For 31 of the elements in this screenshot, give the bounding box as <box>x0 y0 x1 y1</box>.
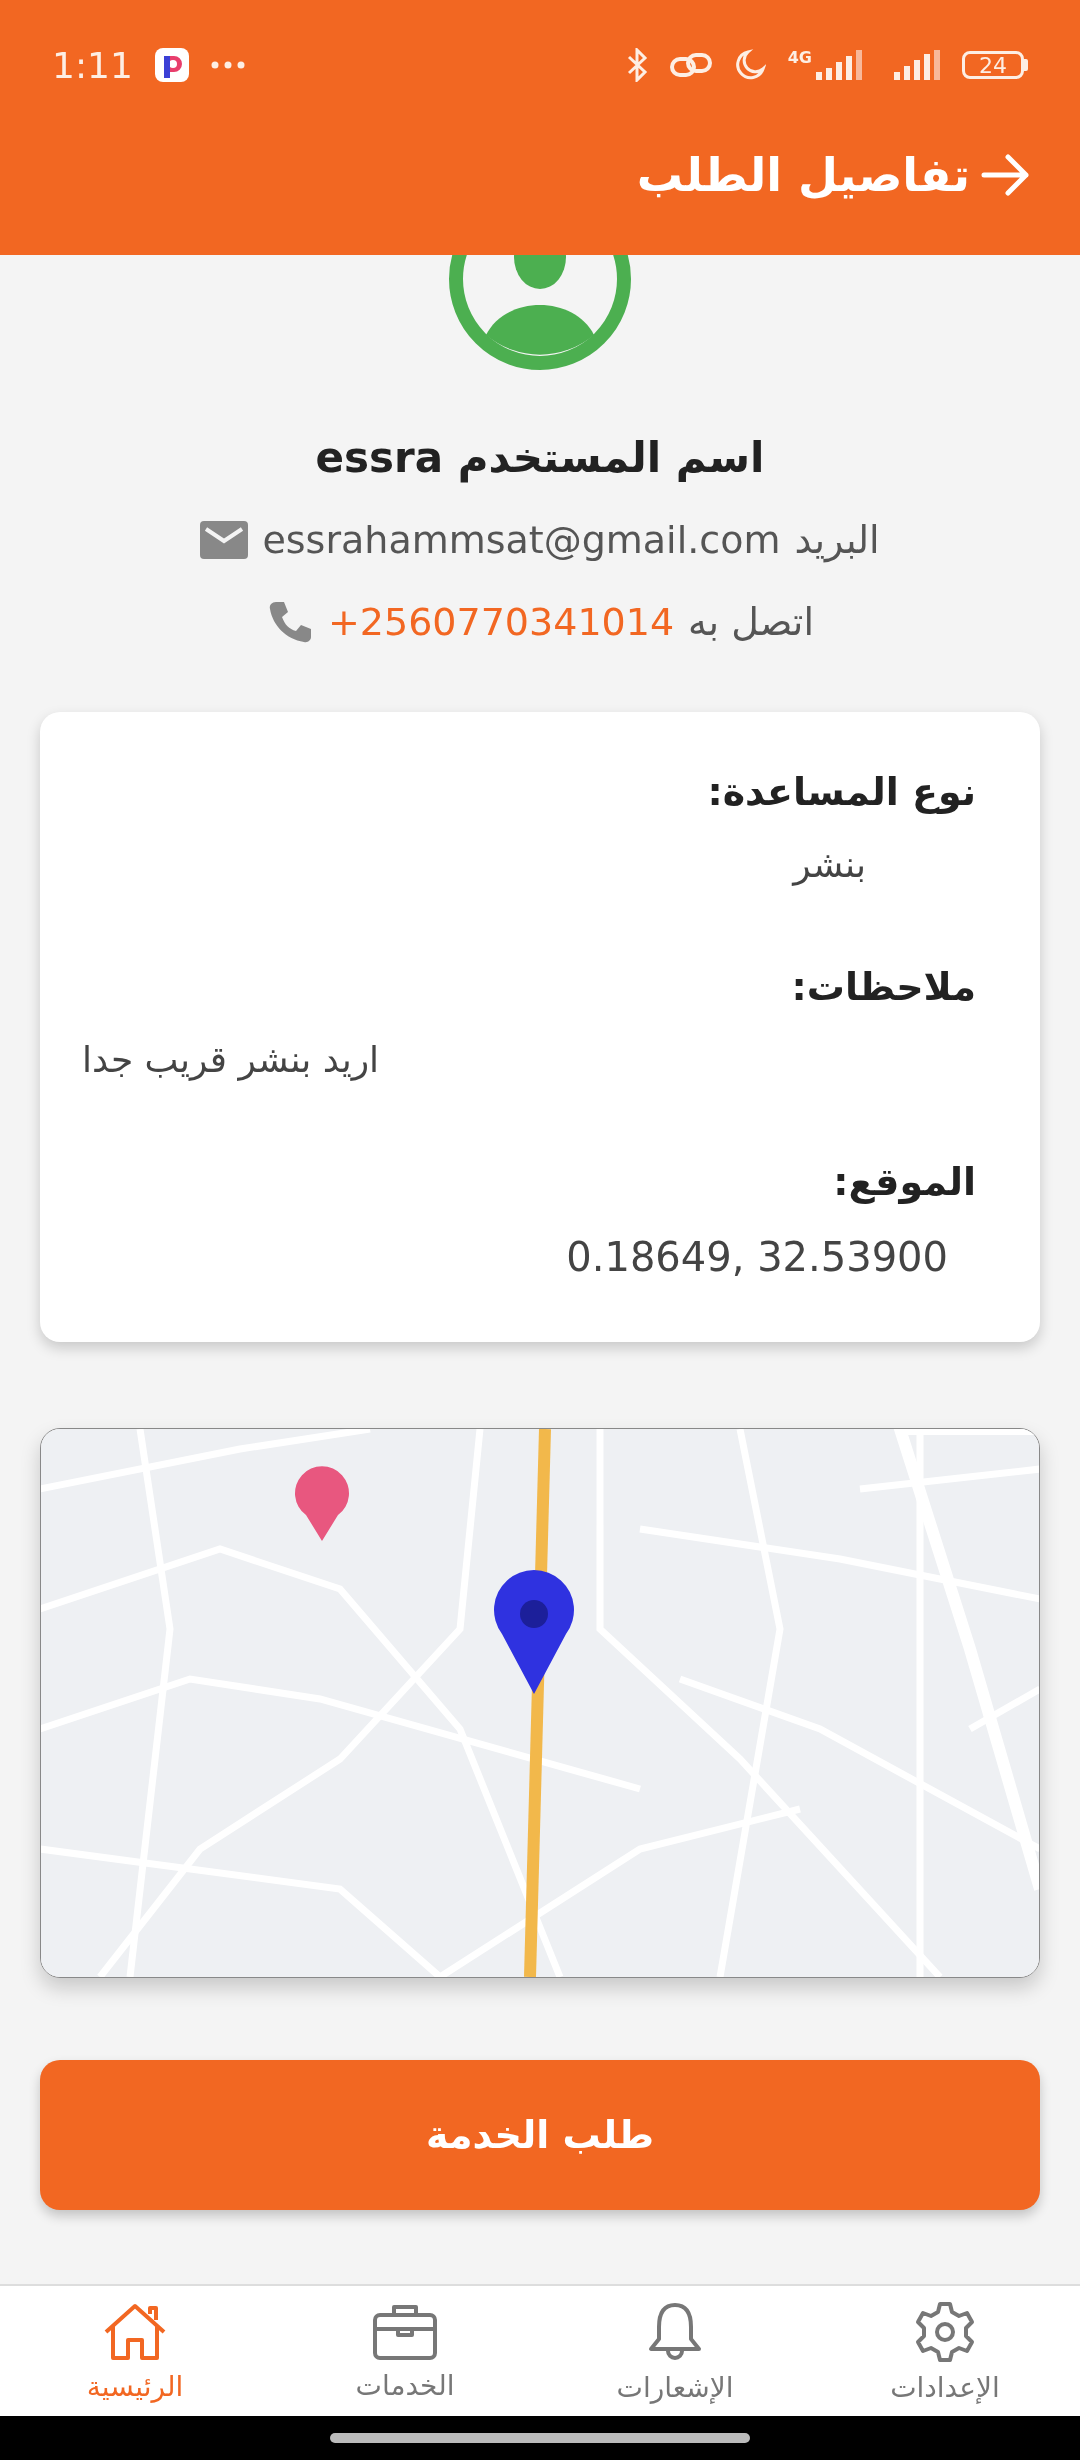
field-value: اريد بنشر قريب جدا <box>82 1039 381 1080</box>
field-value: 0.18649, 32.53900 <box>565 1234 949 1280</box>
nav-tab[interactable]: الرئيسية <box>0 2286 270 2418</box>
nav-tab[interactable]: الإشعارات <box>540 2286 810 2418</box>
field-value: بنشر <box>790 844 867 885</box>
home-icon <box>102 2301 168 2362</box>
bluetooth-icon <box>625 48 648 82</box>
email-address: essrahammsat@gmail.com <box>262 518 781 562</box>
field-label: ملاحظات: <box>790 965 976 1009</box>
nav-tab[interactable]: الخدمات <box>270 2286 540 2418</box>
mail-icon <box>200 521 249 559</box>
page-title: تفاصيل الطلب <box>636 148 970 202</box>
request-service-button[interactable]: طلب الخدمة <box>40 2060 1040 2210</box>
network-type: 4G <box>787 48 812 67</box>
field-label: نوع المساعدة: <box>706 770 976 814</box>
field-label: الموقع: <box>832 1160 976 1204</box>
status-time: 1:11 <box>52 44 133 86</box>
call-label: اتصل به <box>688 600 814 644</box>
bell-icon <box>647 2300 703 2363</box>
app-icon <box>154 48 189 82</box>
signal-icon <box>894 50 940 80</box>
settings-icon <box>914 2300 976 2363</box>
back-arrow-icon[interactable] <box>980 153 1030 197</box>
briefcase-icon <box>372 2302 438 2361</box>
battery-indicator: 24 <box>962 51 1028 79</box>
more-icon <box>210 61 245 69</box>
email-label: البريد <box>794 518 880 562</box>
phone-link[interactable]: +2560770341014 <box>327 600 675 644</box>
moon-icon <box>733 49 766 81</box>
nav-tab[interactable]: الإعدادات <box>810 2286 1080 2418</box>
link-icon <box>669 51 712 79</box>
